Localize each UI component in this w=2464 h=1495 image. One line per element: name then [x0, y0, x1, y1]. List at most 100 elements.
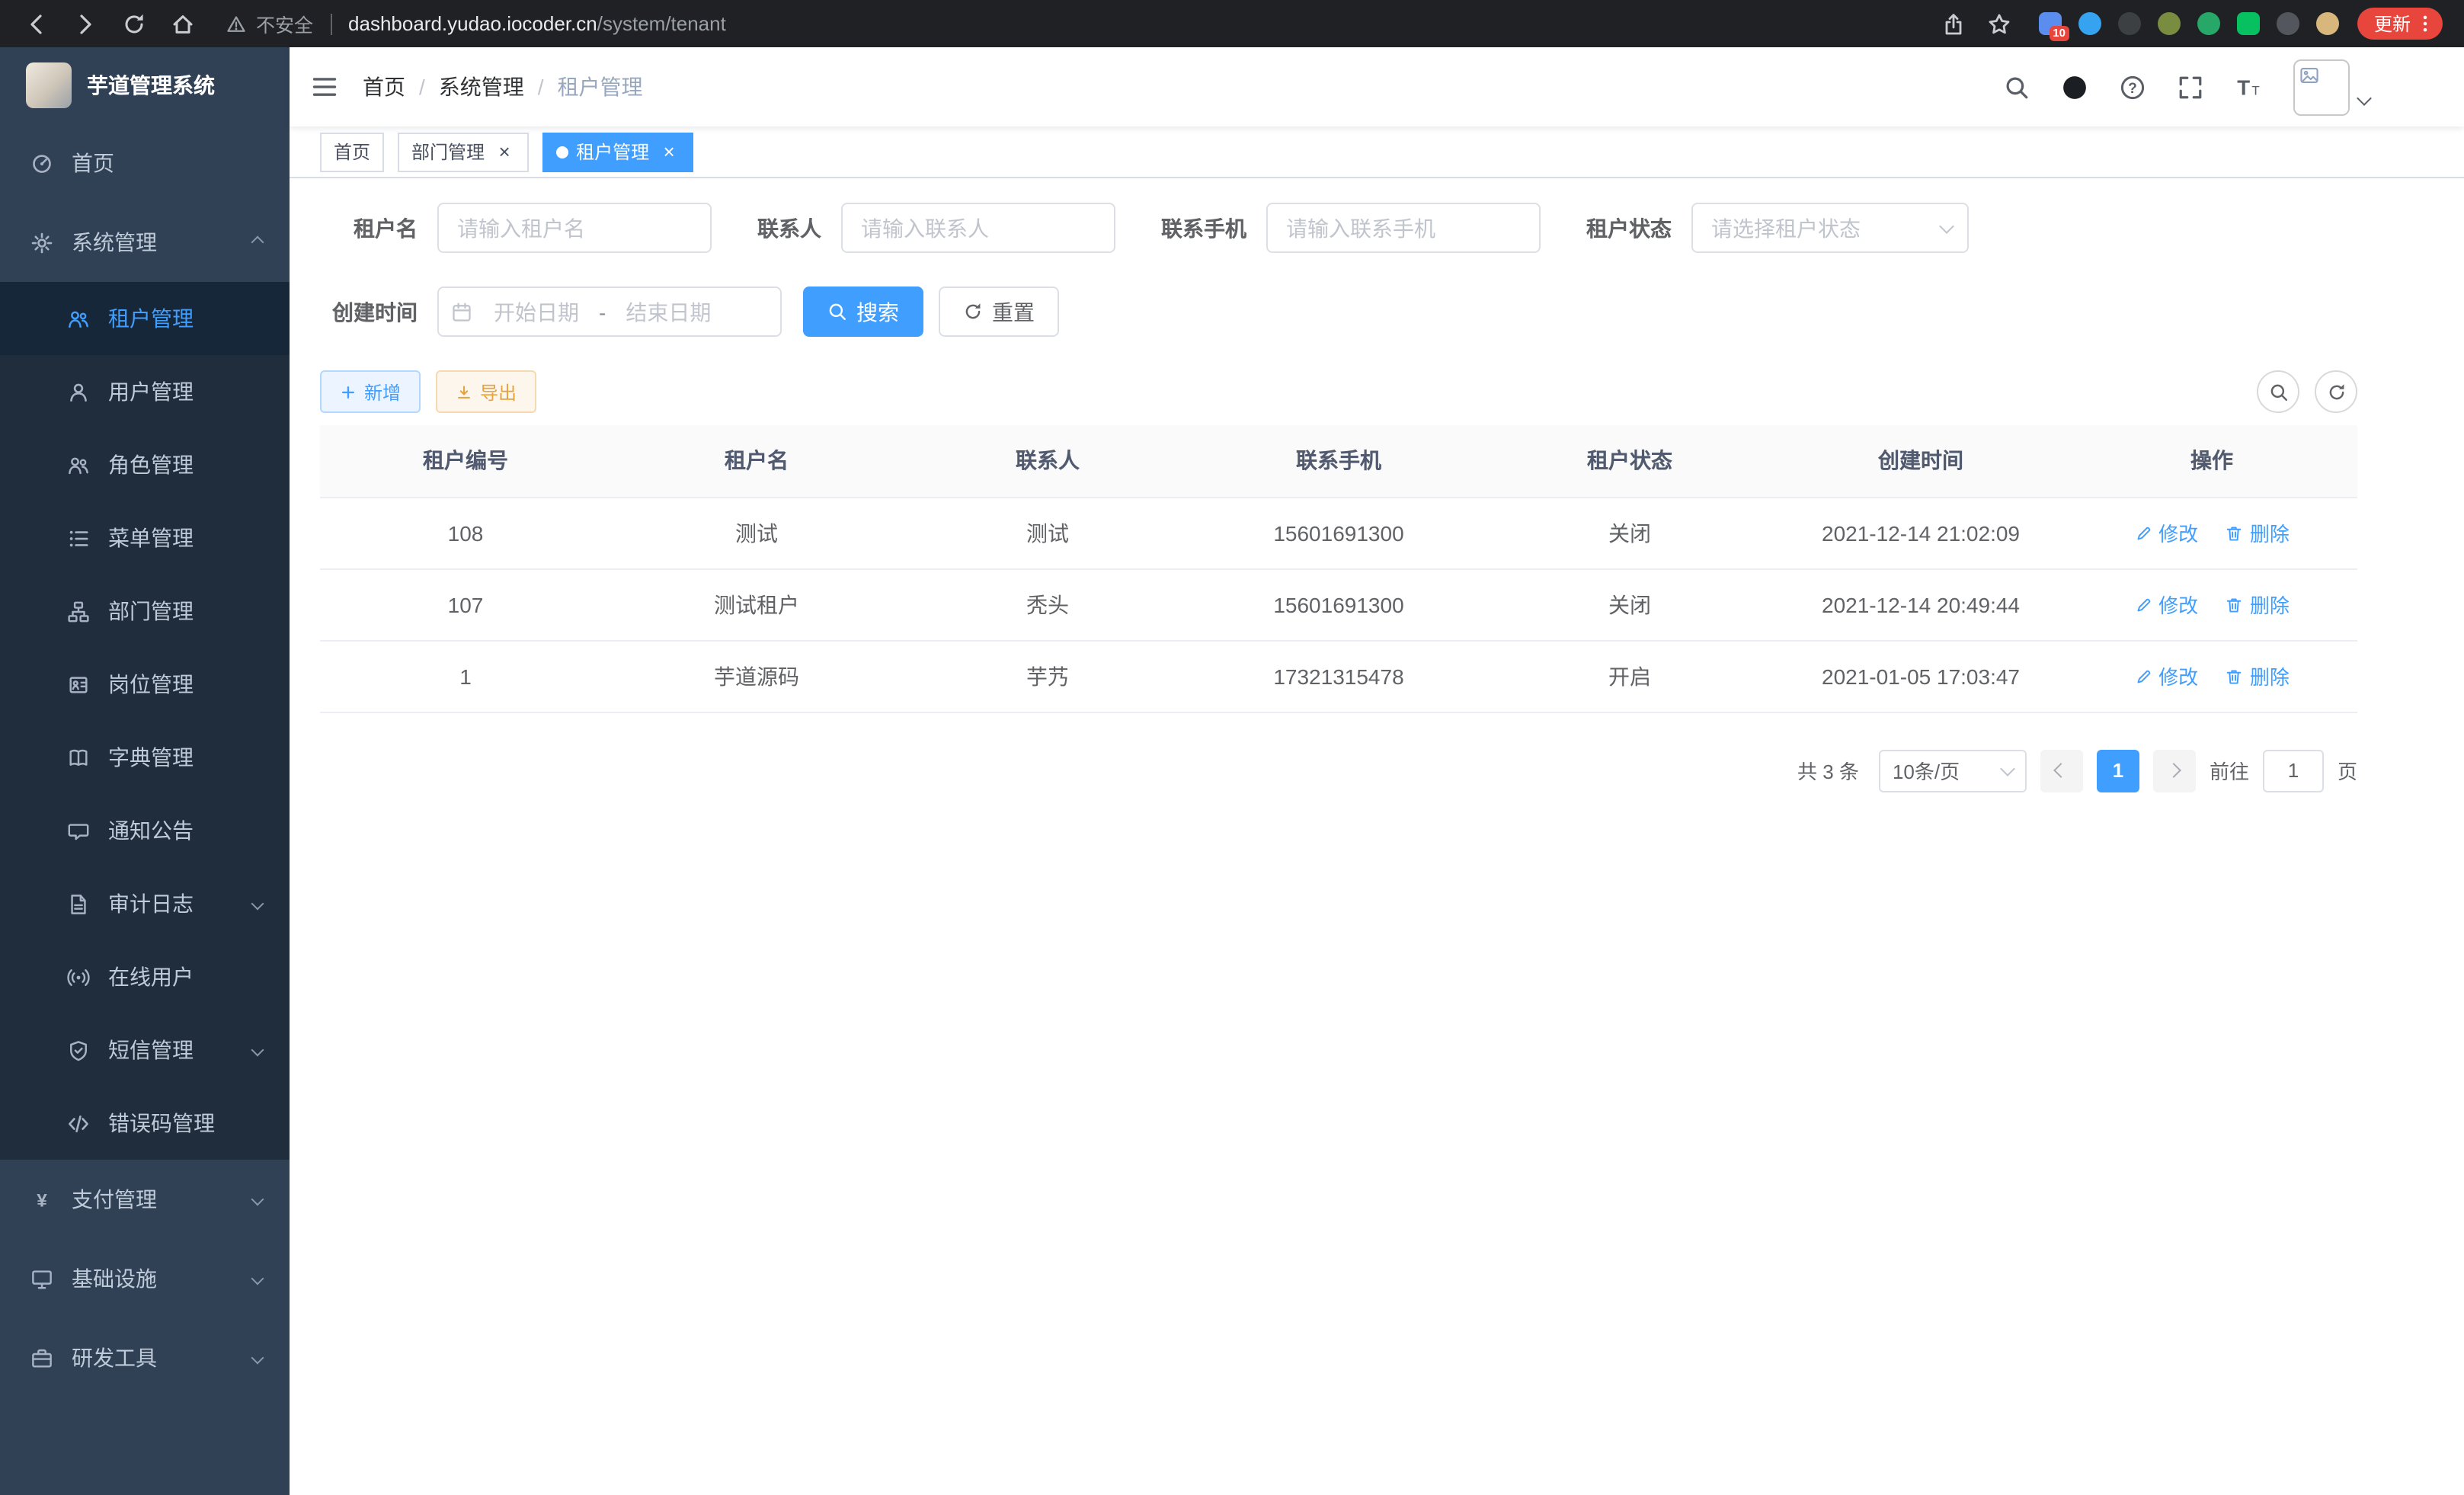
sidebar-item-menu[interactable]: 菜单管理	[0, 501, 290, 575]
url-path: /system/tenant	[597, 12, 726, 35]
user-menu[interactable]	[2293, 59, 2370, 115]
sidebar-item-role[interactable]: 角色管理	[0, 428, 290, 501]
reload-icon	[121, 11, 146, 36]
edit-link[interactable]: 修改	[2134, 518, 2198, 547]
end-date-input[interactable]	[612, 299, 725, 324]
sidebar-item-tenant[interactable]: 租户管理	[0, 282, 290, 355]
tenant-name-input[interactable]	[437, 203, 712, 253]
table-toolbar: 新增 导出	[320, 370, 2357, 413]
sidebar-item-dict[interactable]: 字典管理	[0, 721, 290, 794]
shield-icon	[67, 1039, 90, 1061]
refresh-table-button[interactable]	[2315, 370, 2357, 413]
page-size-select[interactable]: 10条/页	[1879, 749, 2027, 792]
extension-icon[interactable]	[2158, 12, 2181, 35]
extension-badge: 10	[2049, 25, 2069, 41]
update-button[interactable]: 更新	[2357, 8, 2443, 40]
sidebar-item-sms[interactable]: 短信管理	[0, 1013, 290, 1087]
start-date-input[interactable]	[480, 299, 593, 324]
browser-back-button[interactable]	[15, 3, 56, 44]
breadcrumb-system[interactable]: 系统管理	[439, 72, 524, 102]
tags-view-bar: 首页 部门管理× 租户管理×	[290, 126, 2464, 178]
extension-icon[interactable]	[2078, 12, 2101, 35]
sidebar-item-infra[interactable]: 基础设施	[0, 1239, 290, 1318]
refresh-icon	[2326, 382, 2346, 402]
contact-cell: 测试	[902, 497, 1193, 568]
bookmark-star-icon[interactable]	[1987, 11, 2011, 36]
tenant-status-select[interactable]: 请选择租户状态	[1691, 203, 1969, 253]
table-row: 1 芋道源码 芋艿 17321315478 开启 2021-01-05 17:0…	[320, 640, 2357, 712]
status-cell: 关闭	[1484, 568, 1775, 640]
toggle-search-button[interactable]	[2257, 370, 2299, 413]
sidebar-item-notice[interactable]: 通知公告	[0, 794, 290, 867]
avatar[interactable]	[2293, 59, 2350, 115]
sidebar-item-post[interactable]: 岗位管理	[0, 648, 290, 721]
table-header-row: 租户编号 租户名 联系人 联系手机 租户状态 创建时间 操作	[320, 425, 2357, 497]
tab-home[interactable]: 首页	[320, 132, 384, 171]
sidebar-item-dept[interactable]: 部门管理	[0, 575, 290, 648]
sidebar-item-user[interactable]: 用户管理	[0, 355, 290, 428]
font-size-icon[interactable]	[2235, 74, 2261, 100]
export-button[interactable]: 导出	[436, 370, 536, 413]
help-icon[interactable]	[2120, 74, 2146, 100]
column-header: 操作	[2066, 425, 2357, 497]
sidebar-item-home[interactable]: 首页	[0, 123, 290, 203]
extension-icon[interactable]	[2237, 12, 2260, 35]
edit-link[interactable]: 修改	[2134, 590, 2198, 619]
delete-link[interactable]: 删除	[2226, 590, 2290, 619]
search-icon[interactable]	[2004, 74, 2030, 100]
current-page-button[interactable]: 1	[2097, 749, 2139, 792]
breadcrumb-home[interactable]: 首页	[363, 72, 405, 102]
goto-page-input[interactable]	[2263, 749, 2324, 792]
add-button[interactable]: 新增	[320, 370, 421, 413]
sidebar-item-payment[interactable]: 支付管理	[0, 1160, 290, 1239]
create-time-range-picker[interactable]: -	[437, 287, 782, 337]
search-button[interactable]: 搜索	[803, 287, 923, 337]
extension-icon[interactable]	[2277, 12, 2299, 35]
github-icon[interactable]	[2062, 74, 2088, 100]
sidebar-collapse-icon[interactable]	[311, 73, 338, 101]
prev-page-button[interactable]	[2040, 749, 2083, 792]
delete-link[interactable]: 删除	[2226, 661, 2290, 690]
browser-reload-button[interactable]	[113, 3, 154, 44]
phone-input[interactable]	[1266, 203, 1541, 253]
browser-home-button[interactable]	[162, 3, 203, 44]
sidebar-item-online-users[interactable]: 在线用户	[0, 940, 290, 1013]
edit-link[interactable]: 修改	[2134, 661, 2198, 690]
search-icon	[827, 302, 847, 322]
sidebar-logo[interactable]: 芋道管理系统	[0, 47, 290, 123]
reset-button[interactable]: 重置	[939, 287, 1059, 337]
created-cell: 2021-12-14 21:02:09	[1775, 497, 2066, 568]
extension-icon[interactable]	[2316, 12, 2339, 35]
chevron-down-icon	[2000, 760, 2015, 776]
fullscreen-icon[interactable]	[2178, 74, 2203, 100]
trash-icon	[2226, 595, 2244, 613]
next-page-button[interactable]	[2153, 749, 2196, 792]
plus-icon	[340, 383, 357, 400]
contact-cell: 芋艿	[902, 640, 1193, 712]
close-icon[interactable]: ×	[494, 141, 515, 162]
sidebar-item-system[interactable]: 系统管理	[0, 203, 290, 282]
kebab-menu-icon[interactable]	[2415, 14, 2435, 34]
refresh-icon	[963, 302, 983, 322]
extension-icon[interactable]	[2197, 12, 2220, 35]
delete-link[interactable]: 删除	[2226, 518, 2290, 547]
tab-tenant[interactable]: 租户管理×	[542, 132, 693, 171]
sidebar-item-audit-log[interactable]: 审计日志	[0, 867, 290, 940]
yen-icon	[30, 1188, 53, 1211]
chevron-down-icon[interactable]	[2357, 90, 2372, 105]
address-divider	[330, 13, 331, 34]
phone-cell: 15601691300	[1193, 497, 1484, 568]
share-icon[interactable]	[1941, 11, 1966, 36]
phone-cell: 17321315478	[1193, 640, 1484, 712]
contact-input[interactable]	[841, 203, 1115, 253]
sidebar-item-error-code[interactable]: 错误码管理	[0, 1087, 290, 1160]
address-bar[interactable]: 不安全 dashboard.yudao.iocoder.cn/system/te…	[226, 9, 726, 38]
extension-icon[interactable]	[2118, 12, 2141, 35]
extension-icon[interactable]: 10	[2039, 12, 2062, 35]
top-navbar: 首页 / 系统管理 / 租户管理	[290, 47, 2464, 126]
close-icon[interactable]: ×	[658, 141, 680, 162]
browser-forward-button[interactable]	[64, 3, 105, 44]
page-size-value: 10条/页	[1893, 756, 1960, 785]
tab-dept[interactable]: 部门管理×	[398, 132, 529, 171]
sidebar-item-dev-tools[interactable]: 研发工具	[0, 1318, 290, 1397]
